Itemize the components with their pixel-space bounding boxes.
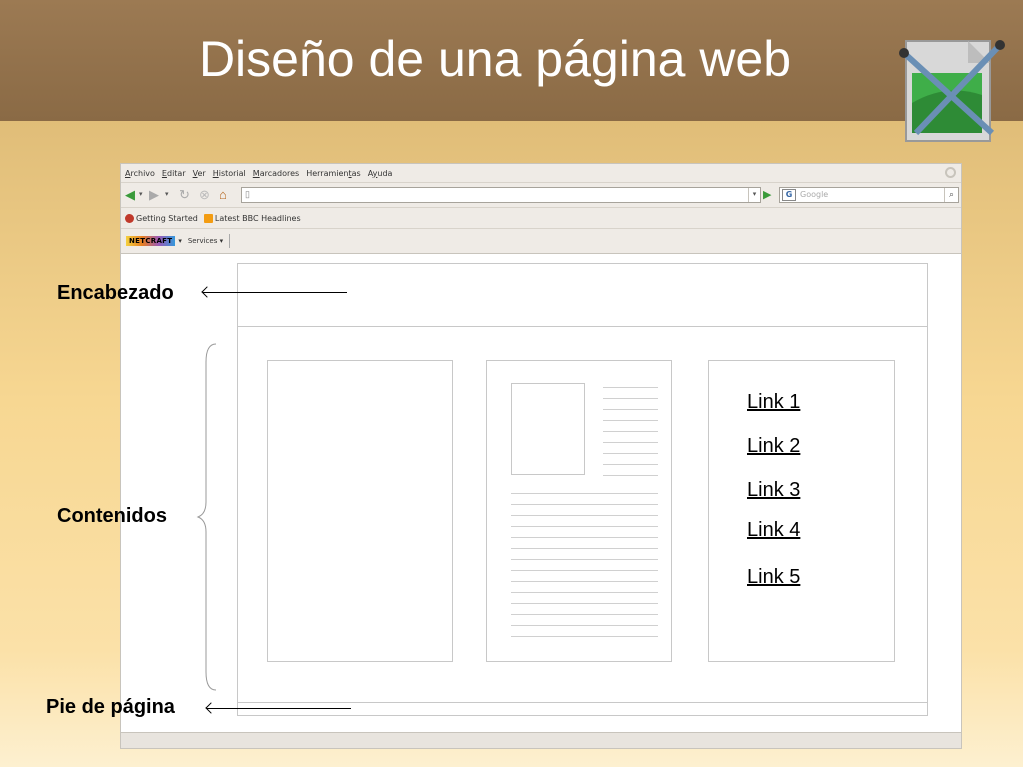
bookmark-bbc-headlines[interactable]: Latest BBC Headlines (203, 213, 301, 223)
menu-marcadores[interactable]: Marcadores (253, 169, 299, 178)
back-dropdown-icon[interactable]: ▾ (139, 187, 143, 203)
link-3[interactable]: Link 3 (747, 479, 800, 502)
text-line (603, 475, 658, 476)
text-line (511, 625, 658, 626)
throbber-icon (945, 167, 956, 178)
link-1[interactable]: Link 1 (747, 391, 800, 414)
search-icon[interactable]: ⌕ (944, 188, 958, 202)
text-line (511, 515, 658, 516)
netcraft-logo[interactable]: NETCRAFT (126, 236, 176, 246)
search-engine-icon[interactable]: G (782, 189, 796, 201)
text-line (603, 453, 658, 454)
text-line (511, 636, 658, 637)
bookmarks-toolbar: Getting Started Latest BBC Headlines (121, 208, 961, 229)
forward-dropdown-icon[interactable]: ▾ (165, 187, 169, 203)
text-line (603, 409, 658, 410)
netcraft-toolbar: NETCRAFT ▾ Services ▾ (121, 229, 961, 254)
text-line (511, 537, 658, 538)
content-column-right (708, 360, 895, 662)
label-contenidos: Contenidos (57, 505, 167, 527)
browser-status-bar (120, 732, 962, 749)
content-column-left (267, 360, 453, 662)
bookmark-getting-started[interactable]: Getting Started (125, 213, 198, 223)
back-arrow-icon[interactable]: ◀ (125, 187, 135, 203)
firefox-icon (125, 213, 134, 223)
slide-title: Diseño de una página web (198, 31, 792, 87)
reload-icon[interactable]: ↻ (179, 187, 190, 203)
menu-archivo[interactable]: Archivo (125, 169, 155, 178)
text-line (603, 420, 658, 421)
link-5[interactable]: Link 5 (747, 566, 800, 589)
services-menu[interactable]: Services ▾ (188, 237, 223, 245)
text-line (511, 592, 658, 593)
text-line (511, 603, 658, 604)
text-line (603, 398, 658, 399)
menu-ayuda[interactable]: Ayuda (368, 169, 393, 178)
text-line (511, 504, 658, 505)
text-line (603, 442, 658, 443)
menu-herramientas[interactable]: Herramientas (306, 169, 361, 178)
label-encabezado: Encabezado (57, 282, 174, 304)
text-line (603, 387, 658, 388)
link-2[interactable]: Link 2 (747, 435, 800, 458)
footer-divider (237, 702, 928, 703)
text-line (511, 559, 658, 560)
link-4[interactable]: Link 4 (747, 519, 800, 542)
image-placeholder (511, 383, 585, 475)
menu-editar[interactable]: Editar (162, 169, 186, 178)
stop-icon[interactable]: ⊗ (199, 187, 210, 203)
label-pie-de-pagina: Pie de página (46, 696, 175, 718)
text-line (511, 493, 658, 494)
toolbar-separator (229, 234, 231, 248)
browser-navbar: ◀ ▾ ▶ ▾ ↻ ⊗ ⌂ ▯ ▾ ▶ G Google ⌕ (121, 183, 961, 208)
header-arrow-line (203, 292, 347, 293)
search-field[interactable]: G Google ⌕ (779, 187, 959, 203)
menu-ver[interactable]: Ver (193, 169, 206, 178)
forward-arrow-icon[interactable]: ▶ (149, 187, 159, 203)
text-line (603, 431, 658, 432)
text-line (511, 526, 658, 527)
page-icon: ▯ (245, 189, 250, 199)
footer-arrow-line (207, 708, 351, 709)
text-line (603, 464, 658, 465)
url-dropdown-icon[interactable]: ▾ (748, 188, 760, 202)
text-line (511, 581, 658, 582)
text-line (511, 548, 658, 549)
netcraft-dropdown-icon[interactable]: ▾ (178, 237, 182, 245)
url-field[interactable]: ▯ ▾ (241, 187, 761, 203)
text-line (511, 614, 658, 615)
menu-historial[interactable]: Historial (213, 169, 246, 178)
text-line (511, 570, 658, 571)
graphics-app-icon (899, 40, 1005, 142)
home-icon[interactable]: ⌂ (219, 187, 227, 203)
browser-menubar: Archivo Editar Ver Historial Marcadores … (121, 164, 961, 183)
contents-brace (196, 343, 217, 691)
header-divider (237, 326, 928, 327)
rss-icon (203, 213, 213, 223)
search-placeholder: Google (800, 190, 829, 199)
go-icon[interactable]: ▶ (763, 188, 771, 202)
